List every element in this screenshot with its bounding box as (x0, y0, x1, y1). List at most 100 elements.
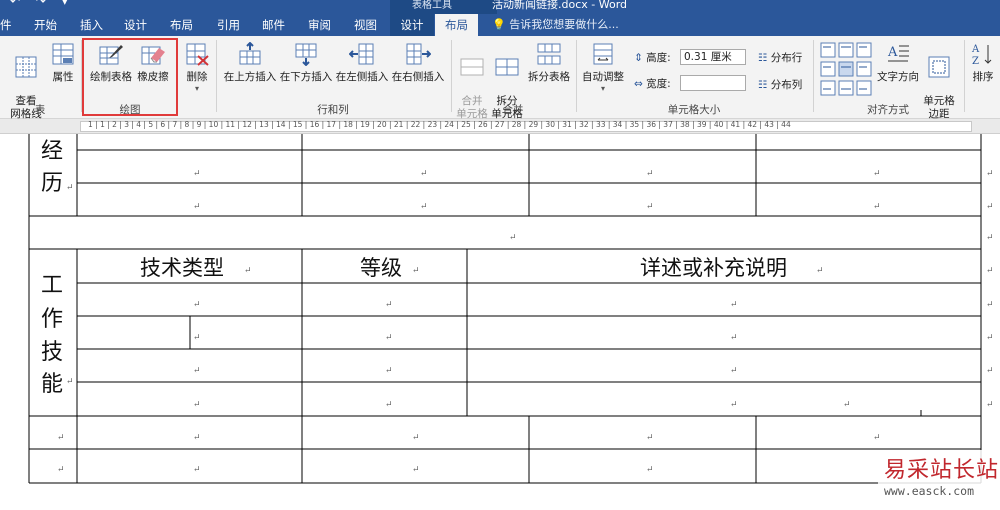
svg-text:A: A (971, 44, 980, 55)
split-table-button[interactable]: 拆分表格 (526, 42, 572, 84)
para-mark: ↵ (730, 366, 738, 376)
para-mark: ↵ (193, 202, 201, 212)
skills-label-char-3: 技 (41, 340, 63, 365)
para-mark: ↵ (193, 433, 201, 443)
delete-button[interactable]: 删除 ▾ (182, 42, 212, 93)
para-mark: ↵ (986, 333, 994, 343)
distribute-cols-button[interactable]: ☷ 分布列 (758, 77, 802, 92)
para-mark: ↵ (873, 202, 881, 212)
insert-right-button[interactable]: 在右侧插入 (390, 42, 446, 84)
row-height-input[interactable]: 0.31 厘米 (680, 49, 746, 65)
alignment-grid (820, 42, 872, 98)
quick-access-toolbar[interactable]: ↶ ↷ ▾ (10, 0, 74, 8)
autofit-button[interactable]: 自动调整 ▾ (580, 42, 626, 93)
para-mark: ↵ (66, 377, 74, 387)
tab-view[interactable]: 视图 (354, 14, 377, 36)
cell-margins-icon (928, 56, 950, 78)
tab-references[interactable]: 引用 (217, 14, 240, 36)
group-separator (576, 40, 577, 112)
para-mark: ↵ (385, 366, 393, 376)
chevron-down-icon: ▾ (600, 84, 605, 93)
ruler-numbers: 1 | 1 | 2 | 3 | 4 | 5 | 6 | 7 | 8 | 9 | … (88, 120, 791, 129)
header-details: 详述或补充说明 (640, 256, 787, 280)
delete-table-icon (186, 43, 209, 66)
para-mark: ↵ (244, 266, 252, 276)
skills-label-char-2: 作 (41, 307, 63, 332)
insert-row-below-icon (295, 43, 317, 66)
col-width-input[interactable] (680, 75, 746, 91)
site-watermark: 易采站长站 www.easck.com (878, 450, 1000, 507)
insert-left-button[interactable]: 在左侧插入 (334, 42, 390, 84)
row-height-control: ⇕ 高度: (634, 52, 671, 64)
tab-mailings[interactable]: 邮件 (262, 14, 285, 36)
header-level: 等级 (360, 256, 402, 280)
para-mark: ↵ (193, 300, 201, 310)
para-mark: ↵ (385, 333, 393, 343)
para-mark: ↵ (420, 202, 428, 212)
tab-layout[interactable]: 布局 (170, 14, 193, 36)
svg-text:A: A (887, 45, 898, 60)
para-mark: ↵ (646, 433, 654, 443)
para-mark: ↵ (986, 366, 994, 376)
tab-home[interactable]: 开始 (34, 14, 57, 36)
para-mark: ↵ (986, 400, 994, 410)
table-properties-button[interactable]: 属性 (48, 42, 78, 84)
para-mark: ↵ (57, 433, 65, 443)
tab-file-partial[interactable]: 件 (0, 14, 12, 36)
text-direction-icon: A (887, 45, 909, 62)
draw-group-highlight (82, 38, 178, 116)
title-bar: ↶ ↷ ▾ 表格工具 活动新闻链接.docx - Word (0, 0, 1000, 14)
tab-review[interactable]: 审阅 (308, 14, 331, 36)
para-mark: ↵ (986, 266, 994, 276)
para-mark: ↵ (816, 266, 824, 276)
sort-button[interactable]: AZ 排序 (968, 42, 998, 84)
svg-text:Z: Z (972, 56, 979, 66)
para-mark: ↵ (509, 233, 517, 243)
autofit-icon (593, 43, 613, 65)
resume-label-bottom: 历 (41, 171, 63, 196)
para-mark: ↵ (986, 233, 994, 243)
group-label-table: 表 (34, 104, 46, 116)
skills-label-char-1: 工 (41, 273, 63, 298)
insert-below-button[interactable]: 在下方插入 (278, 42, 334, 84)
tab-table-design[interactable]: 设计 (390, 14, 434, 36)
para-mark: ↵ (193, 400, 201, 410)
document-canvas[interactable]: 经 历 工 作 技 能 技术类型 等级 详述或补充说明 ↵ ↵ ↵ ↵ ↵ ↵ … (0, 134, 1000, 507)
group-label-alignment: 对齐方式 (867, 104, 909, 116)
group-separator (216, 40, 217, 112)
tab-insert[interactable]: 插入 (80, 14, 103, 36)
para-mark: ↵ (57, 465, 65, 475)
distribute-rows-button[interactable]: ☷ 分布行 (758, 50, 802, 65)
para-mark: ↵ (66, 183, 74, 193)
para-mark: ↵ (986, 300, 994, 310)
alignment-buttons-icon[interactable] (820, 42, 872, 98)
para-mark: ↵ (873, 433, 881, 443)
group-label-cell-size: 单元格大小 (667, 104, 721, 116)
skills-label-char-4: 能 (41, 372, 63, 397)
distribute-rows-icon: ☷ (758, 52, 768, 64)
row-height-icon: ⇕ (634, 52, 643, 64)
sort-icon: AZ (971, 44, 992, 66)
para-mark: ↵ (646, 169, 654, 179)
tell-me-search[interactable]: 💡 告诉我您想要做什么... (492, 14, 619, 36)
split-table-icon (537, 43, 561, 65)
tab-table-layout[interactable]: 布局 (435, 14, 478, 36)
text-direction-button[interactable]: A 文字方向 (876, 42, 920, 84)
insert-row-above-icon (239, 42, 261, 65)
para-mark: ↵ (193, 333, 201, 343)
col-width-icon: ⇔ (634, 78, 643, 90)
merge-cells-icon (460, 58, 484, 76)
gridlines-icon (15, 56, 37, 78)
distribute-cols-icon: ☷ (758, 79, 768, 91)
para-mark: ↵ (420, 169, 428, 179)
para-mark: ↵ (412, 266, 420, 276)
insert-above-button[interactable]: 在上方插入 (222, 42, 278, 84)
tab-design[interactable]: 设计 (124, 14, 147, 36)
horizontal-ruler[interactable]: 1 | 1 | 2 | 3 | 4 | 5 | 6 | 7 | 8 | 9 | … (0, 119, 1000, 134)
para-mark: ↵ (646, 465, 654, 475)
insert-col-left-icon (349, 43, 374, 65)
properties-icon (52, 43, 74, 65)
col-width-control: ⇔ 宽度: (634, 78, 671, 90)
resume-label-top: 经 (41, 139, 63, 164)
resume-table[interactable]: 经 历 工 作 技 能 技术类型 等级 详述或补充说明 ↵ ↵ ↵ ↵ ↵ ↵ … (0, 134, 1000, 507)
